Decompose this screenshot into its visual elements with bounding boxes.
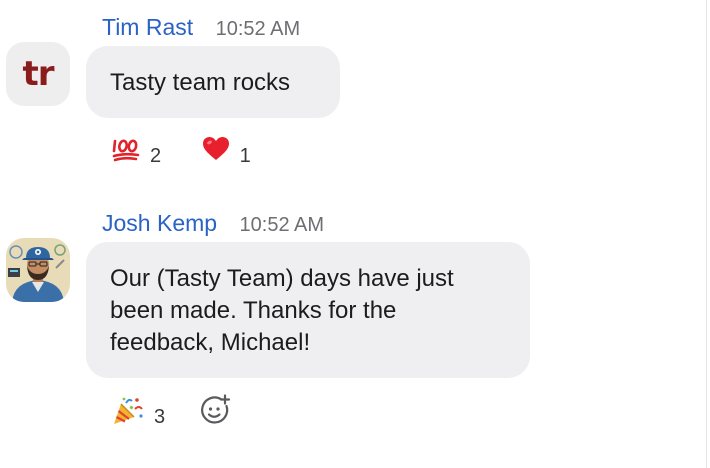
- illustrated-portrait-avatar: [6, 238, 70, 302]
- pane-divider: [706, 0, 707, 468]
- message-timestamp: 10:52 AM: [215, 18, 301, 40]
- party-popper-icon: [112, 396, 144, 439]
- reaction-count: 2: [150, 144, 162, 167]
- reaction-bar: 3: [112, 394, 231, 428]
- reaction-count: 1: [239, 144, 251, 167]
- sender-name[interactable]: Tim Rast: [102, 14, 193, 40]
- reaction-bar: 2 1: [112, 136, 251, 170]
- message-timestamp: 10:52 AM: [239, 214, 325, 236]
- avatar-tim-rast[interactable]: tr: [6, 42, 70, 106]
- chat-thread: tr Tim Rast 10:52 AM Tasty team rocks 2 …: [0, 0, 710, 468]
- message-bubble[interactable]: Our (Tasty Team) days have just been mad…: [86, 242, 530, 378]
- reaction-count: 3: [154, 406, 166, 428]
- message-tim-rast: tr Tim Rast 10:52 AM Tasty team rocks 2 …: [0, 0, 700, 200]
- hundred-points-icon: [112, 136, 140, 175]
- message-josh-kemp: Josh Kemp 10:52 AM Our (Tasty Team) days…: [0, 200, 700, 468]
- reaction-hundred-points[interactable]: 2: [112, 136, 161, 170]
- avatar-josh-kemp[interactable]: [6, 238, 70, 302]
- message-text-line: feedback, Michael!: [110, 329, 311, 356]
- avatar-initials: tr: [22, 54, 54, 94]
- message-header: Josh Kemp 10:52 AM: [102, 210, 324, 240]
- red-heart-icon: [202, 136, 230, 175]
- message-header: Tim Rast 10:52 AM: [102, 14, 300, 44]
- reaction-party-popper[interactable]: 3: [112, 396, 165, 430]
- reaction-red-heart[interactable]: 1: [202, 136, 251, 170]
- message-bubble[interactable]: Tasty team rocks: [86, 46, 340, 118]
- message-text-line: Our (Tasty Team) days have just: [110, 265, 454, 292]
- message-text: Tasty team rocks: [110, 69, 291, 96]
- add-reaction-icon[interactable]: [199, 394, 231, 431]
- sender-name[interactable]: Josh Kemp: [102, 210, 217, 236]
- message-text-line: been made. Thanks for the: [110, 297, 397, 324]
